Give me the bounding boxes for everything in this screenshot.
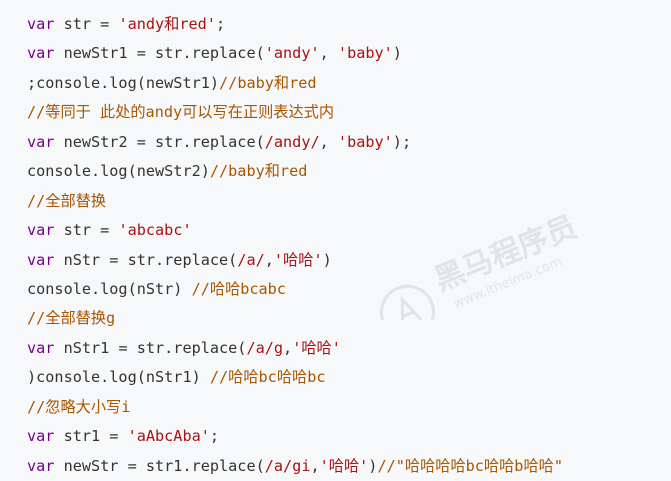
code-token: );: [392, 132, 412, 151]
keyword-token: var: [27, 338, 55, 357]
comment-token: //"哈哈哈哈bc哈哈b哈哈": [377, 456, 563, 475]
string-token: 'andy和red': [118, 15, 216, 33]
comment-token: //等同于 此处的andy可以写在正则表达式内: [27, 103, 335, 122]
keyword-token: var: [27, 15, 55, 33]
code-line: //忽略大小写i: [27, 393, 671, 422]
string-token: /a/g: [246, 338, 284, 357]
code-token: )console.log(nStr1): [27, 368, 210, 387]
code-line: var nStr = str.replace(/a/,'哈哈'): [27, 246, 671, 275]
comment-token: //全部替换g: [27, 309, 116, 328]
code-token: ;: [215, 15, 226, 33]
string-token: 'abcabc': [118, 221, 192, 240]
code-token: str1 =: [54, 427, 128, 446]
code-lines: var str = 'andy和red'; var newStr1 = str.r…: [27, 10, 671, 481]
code-line: console.log(newStr2)//baby和red: [27, 157, 671, 186]
code-token: ;console.log(newStr1): [27, 73, 220, 92]
code-block: var str = 'andy和red'; var newStr1 = str.r…: [0, 0, 671, 481]
comment-token: //哈哈bcabc: [191, 279, 286, 298]
code-token: ,: [283, 338, 293, 357]
string-token: /andy/: [264, 132, 320, 151]
code-line: var str = 'abcabc': [27, 216, 671, 245]
string-token: 'baby': [337, 132, 393, 151]
code-line: )console.log(nStr1) //哈哈bc哈哈bc: [27, 363, 671, 392]
code-line: var str1 = 'aAbcAba';: [27, 422, 671, 451]
comment-token: //全部替换: [27, 191, 107, 210]
code-line: ;console.log(newStr1)//baby和red: [27, 69, 671, 98]
code-token: str =: [54, 15, 119, 33]
code-token: ,: [319, 44, 338, 63]
string-token: '哈哈': [292, 338, 341, 357]
string-token: '哈哈': [319, 456, 369, 475]
code-line: var str = 'andy和red';: [27, 10, 671, 39]
keyword-token: var: [27, 132, 55, 151]
code-token: ,: [264, 250, 274, 269]
code-line: var newStr2 = str.replace(/andy/, 'baby'…: [27, 128, 671, 157]
comment-token: //忽略大小写i: [27, 397, 131, 416]
code-token: nStr = str.replace(: [54, 250, 238, 269]
comment-token: //baby和red: [209, 162, 308, 181]
string-token: '哈哈': [273, 250, 323, 269]
code-line: var nStr1 = str.replace(/a/g,'哈哈': [27, 334, 671, 363]
string-token: 'aAbcAba': [127, 427, 210, 446]
keyword-token: var: [27, 221, 55, 240]
code-token: ,: [310, 456, 320, 475]
code-token: str =: [54, 221, 119, 240]
code-line: var newStr = str1.replace(/a/gi,'哈哈')//"…: [27, 452, 671, 481]
comment-token: //baby和red: [219, 73, 317, 92]
string-token: /a/: [237, 250, 265, 269]
keyword-token: var: [27, 456, 55, 475]
code-token: newStr2 = str.replace(: [54, 132, 265, 151]
code-token: console.log(newStr2): [27, 162, 210, 181]
code-line: //等同于 此处的andy可以写在正则表达式内: [27, 98, 671, 127]
code-token: ;: [209, 427, 220, 446]
code-token: nStr1 = str.replace(: [54, 338, 247, 357]
code-line: var newStr1 = str.replace('andy', 'baby'…: [27, 39, 671, 68]
code-token: newStr1 = str.replace(: [54, 44, 265, 63]
code-token: ): [322, 250, 332, 269]
code-token: ): [392, 44, 402, 63]
code-line: //全部替换: [27, 187, 671, 216]
keyword-token: var: [27, 427, 55, 446]
code-line: //全部替换g: [27, 304, 671, 333]
code-line: console.log(nStr) //哈哈bcabc: [27, 275, 671, 304]
keyword-token: var: [27, 250, 55, 269]
code-token: console.log(nStr): [27, 279, 192, 298]
code-token: ,: [319, 132, 338, 151]
string-token: 'andy': [264, 44, 320, 63]
string-token: /a/gi: [264, 456, 311, 475]
code-token: newStr = str1.replace(: [54, 456, 265, 475]
string-token: 'baby': [337, 44, 393, 63]
keyword-token: var: [27, 44, 55, 63]
comment-token: //哈哈bc哈哈bc: [209, 368, 326, 387]
